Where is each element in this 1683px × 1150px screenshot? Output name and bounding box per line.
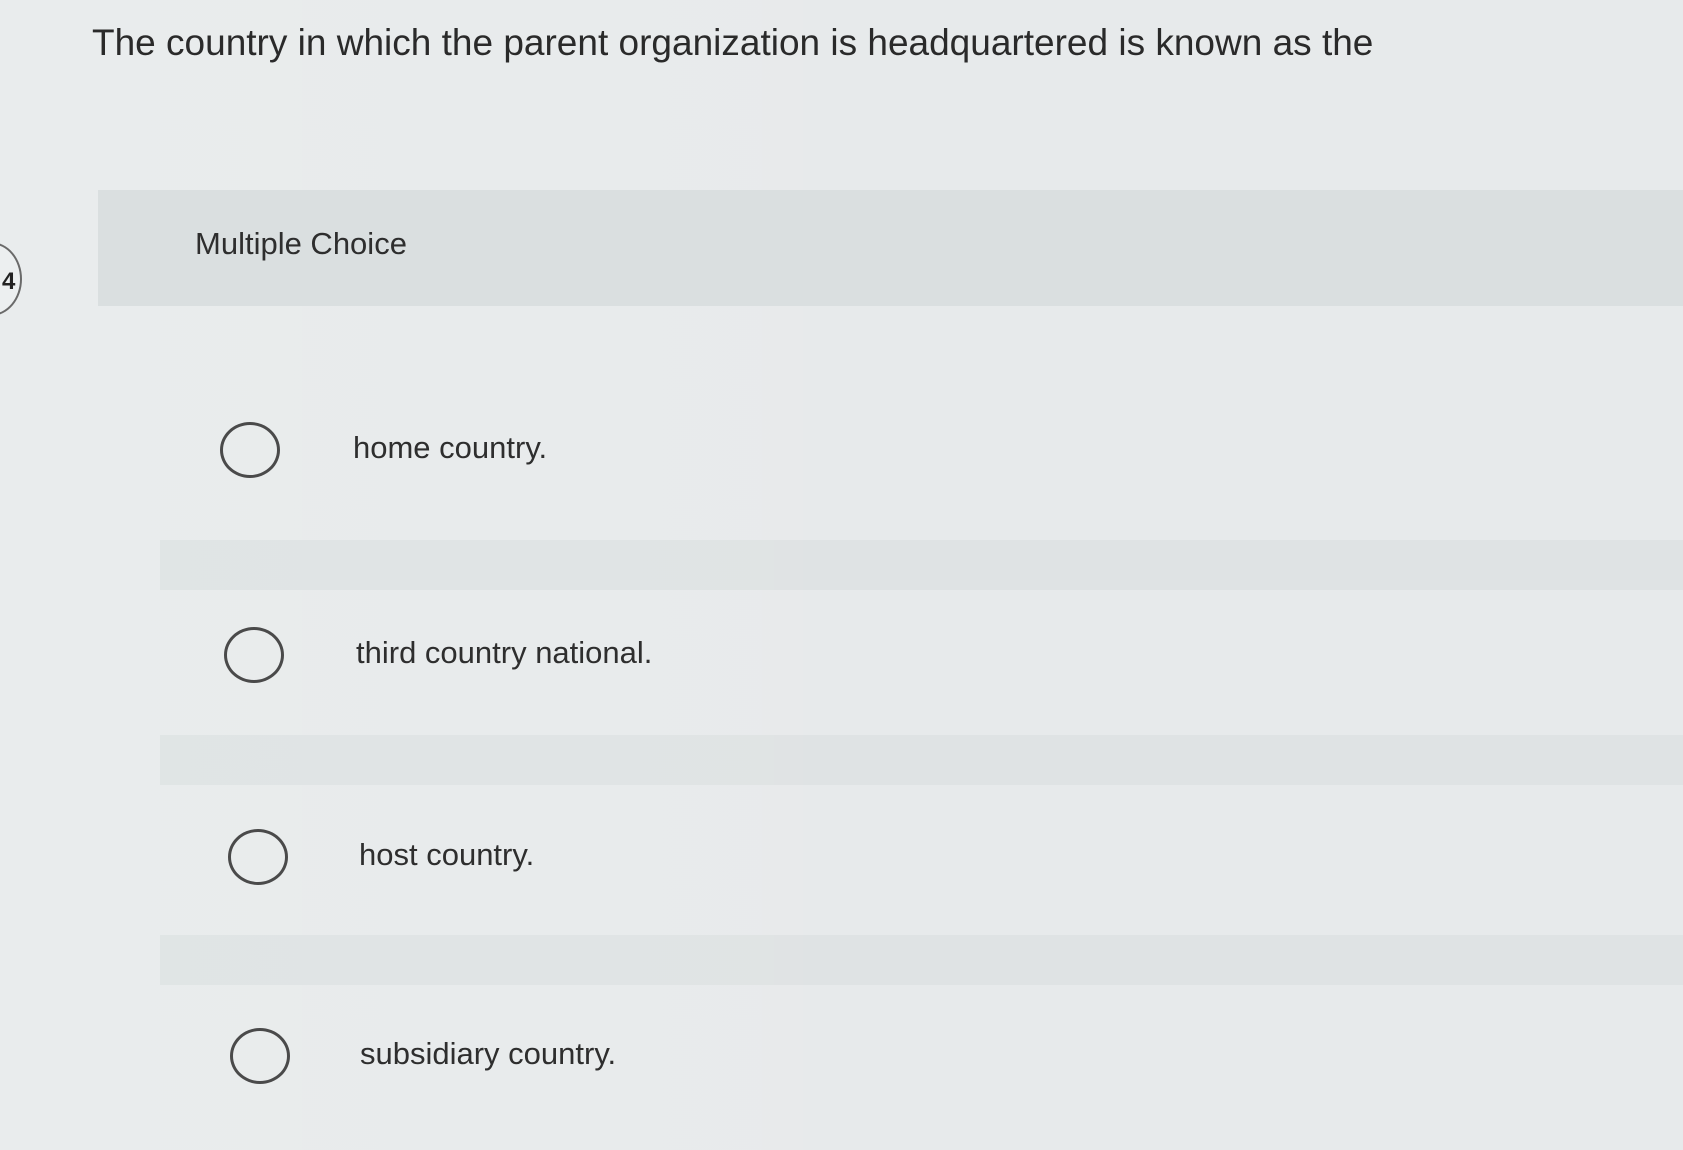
background-band [160, 935, 1683, 985]
screen-background: The country in which the parent organiza… [0, 0, 1683, 1150]
option-subsidiary-country[interactable]: subsidiary country. [230, 1024, 1130, 1094]
option-label: third country national. [356, 635, 653, 670]
radio-button[interactable] [224, 627, 284, 683]
radio-button[interactable] [220, 422, 280, 478]
option-label: subsidiary country. [360, 1036, 617, 1071]
question-number: 4 [2, 268, 16, 295]
option-label: host country. [359, 837, 535, 872]
option-home-country[interactable]: home country. [220, 418, 1120, 488]
option-host-country[interactable]: host country. [228, 825, 1128, 895]
background-band [160, 540, 1683, 590]
radio-button[interactable] [228, 829, 288, 885]
option-third-country-national[interactable]: third country national. [224, 623, 1124, 693]
background-band [160, 735, 1683, 785]
radio-button[interactable] [230, 1028, 290, 1084]
multiple-choice-label: Multiple Choice [195, 226, 407, 261]
option-label: home country. [353, 430, 548, 465]
question-text: The country in which the parent organiza… [92, 22, 1374, 63]
